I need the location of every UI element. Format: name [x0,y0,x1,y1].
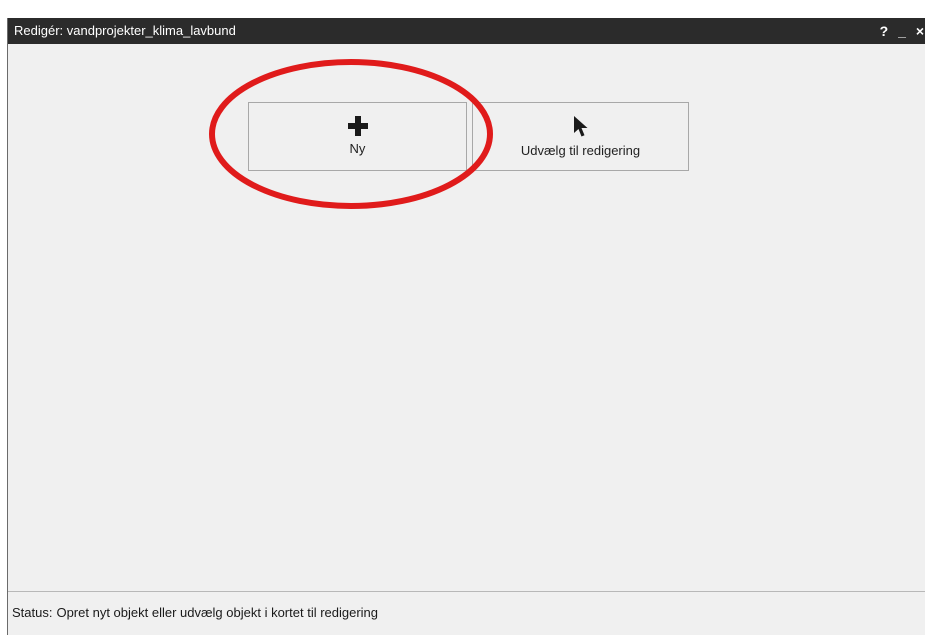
status-bar: Status: Opret nyt objekt eller udvælg obj… [8,591,925,635]
help-button[interactable]: ? [880,22,889,40]
status-text: Status: Opret nyt objekt eller udvælg obj… [12,605,378,620]
dialog-titlebar[interactable]: Redigér: vandprojekter_klima_lavbund ? _… [8,18,925,44]
new-button-label: Ny [349,141,366,156]
dialog-title: Redigér: vandprojekter_klima_lavbund [14,23,236,38]
select-for-edit-button[interactable]: Udvælg til redigering [472,102,689,171]
close-button[interactable]: × [916,22,924,40]
new-button[interactable]: Ny [248,102,467,171]
minimize-button[interactable]: _ [898,22,906,40]
title-controls: ? _ × [874,22,924,40]
status-message: Opret nyt objekt eller udvælg objekt i k… [56,605,379,620]
plus-icon [347,116,368,136]
select-for-edit-label: Udvælg til redigering [520,143,641,158]
status-label: Status: [12,605,53,620]
top-cropped-strip [0,0,925,18]
cursor-arrow-icon [573,116,587,137]
edit-dialog: Redigér: vandprojekter_klima_lavbund ? _… [7,18,925,635]
